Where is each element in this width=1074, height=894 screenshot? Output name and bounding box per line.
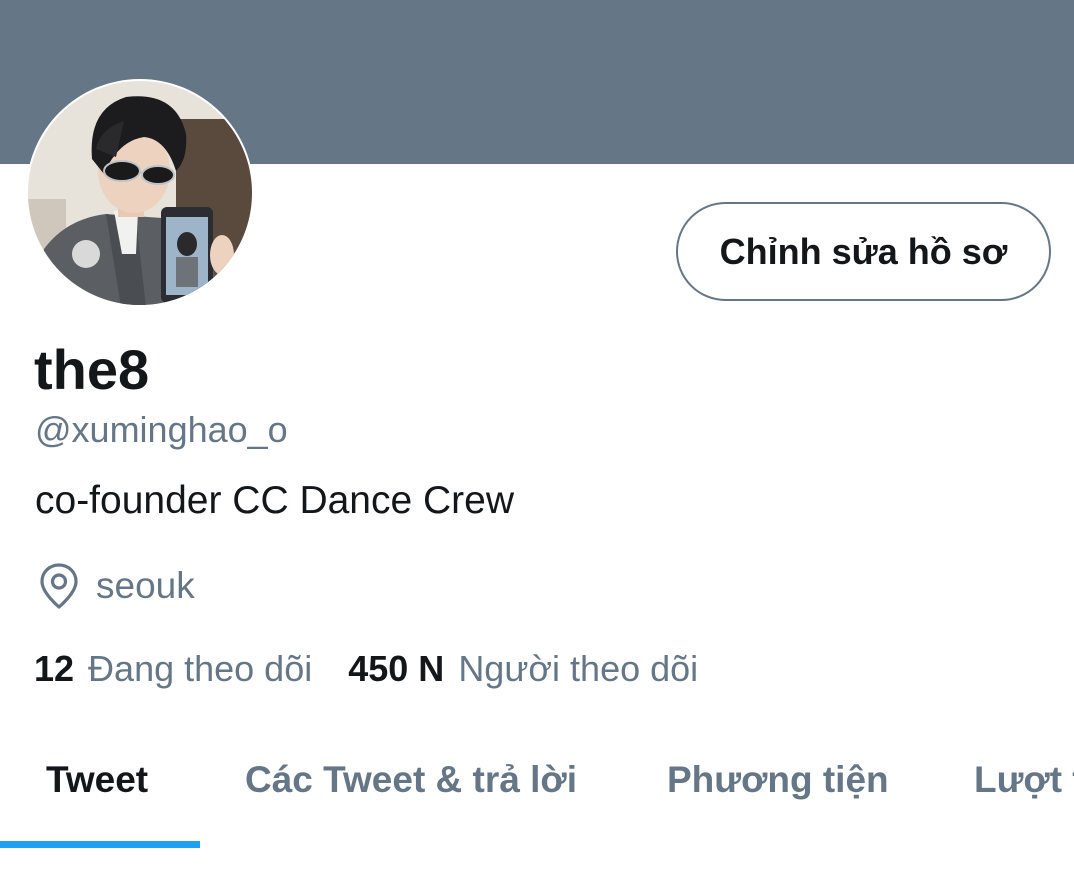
profile-bio: co-founder CC Dance Crew xyxy=(35,479,515,522)
follow-stats: 12 Đang theo dõi 450 N Người theo dõi xyxy=(34,645,698,693)
username-handle: @xuminghao_o xyxy=(35,409,288,450)
display-name: the8 xyxy=(34,338,150,401)
tab-tweets[interactable]: Tweet xyxy=(46,735,148,825)
map-pin-icon xyxy=(40,563,78,609)
edit-profile-button[interactable]: Chỉnh sửa hồ sơ xyxy=(676,202,1051,301)
location-text: seouk xyxy=(96,565,195,606)
avatar[interactable] xyxy=(26,79,254,307)
followers-label[interactable]: Người theo dõi xyxy=(458,648,698,690)
following-label[interactable]: Đang theo dõi xyxy=(88,648,312,690)
tab-tweets-and-replies[interactable]: Các Tweet & trả lời xyxy=(245,735,577,825)
profile-location: seouk xyxy=(38,562,195,610)
tab-media[interactable]: Phương tiện xyxy=(667,735,889,825)
following-count[interactable]: 12 xyxy=(34,648,74,690)
profile-page: Chỉnh sửa hồ sơ the8 @xuminghao_o co-fou… xyxy=(0,0,1074,894)
profile-tabs: Tweet Các Tweet & trả lời Phương tiện Lư… xyxy=(0,735,1074,847)
avatar-photo xyxy=(28,81,252,305)
tab-likes[interactable]: Lượt thích xyxy=(974,735,1074,825)
active-tab-indicator xyxy=(0,841,200,848)
followers-count[interactable]: 450 N xyxy=(348,648,444,690)
